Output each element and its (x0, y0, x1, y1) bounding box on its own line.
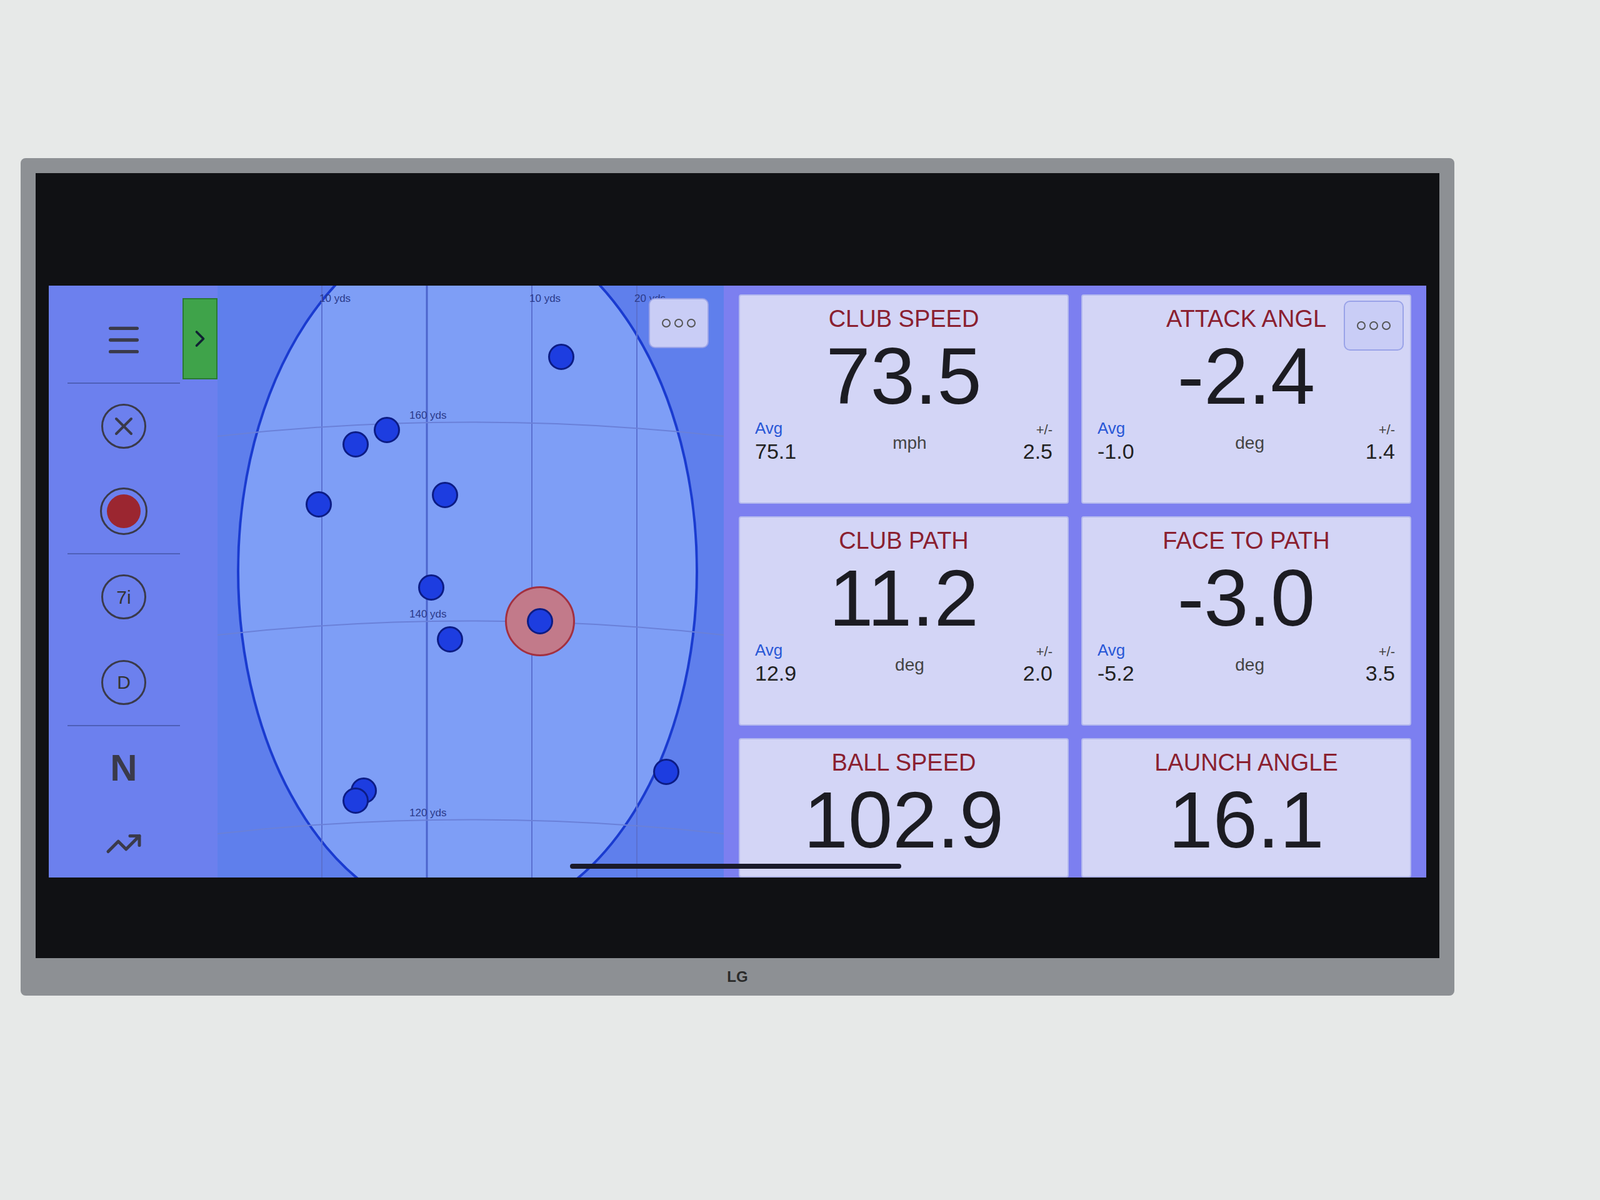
shot-dot[interactable] (373, 416, 400, 444)
sidebar: 7iDN (48, 285, 218, 878)
metric-value: 16.1 (1168, 778, 1324, 862)
shot-dot[interactable] (436, 626, 464, 653)
clear-button[interactable] (67, 383, 180, 470)
tv-panel: 7iDN10 yds10 yds20 yds160 yds140 yds120 … (35, 173, 1440, 959)
map-grid (217, 285, 724, 878)
home-indicator (570, 863, 902, 869)
metric-card: BALL SPEED102.9 (738, 738, 1069, 878)
wall: 7iDN10 yds10 yds20 yds160 yds140 yds120 … (0, 0, 1600, 1200)
shot-dot[interactable] (305, 491, 332, 518)
screen: 7iDN10 yds10 yds20 yds160 yds140 yds120 … (48, 285, 1427, 878)
record-icon (100, 487, 148, 535)
metric-title: BALL SPEED (831, 748, 977, 779)
metric-title: CLUB PATH (838, 526, 969, 557)
shot-dot[interactable] (653, 758, 680, 785)
distance-label: 160 yds (409, 407, 447, 424)
trend-icon (105, 825, 143, 863)
metric-stats: Avg-1.0deg+/-1.4 (1097, 418, 1395, 465)
metric-title: LAUNCH ANGLE (1154, 748, 1339, 779)
expand-tab[interactable] (182, 298, 218, 380)
metric-card: FACE TO PATH-3.0Avg-5.2deg+/-3.5 (1081, 516, 1412, 726)
metric-value: -2.4 (1177, 334, 1316, 419)
metric-title: FACE TO PATH (1162, 526, 1330, 557)
metric-value: -3.0 (1177, 556, 1316, 640)
club-button[interactable]: 7i (67, 554, 180, 640)
distance-label: 120 yds (409, 805, 447, 822)
chevron-icon (186, 325, 214, 353)
card-options-button[interactable] (1343, 300, 1404, 351)
metric-stats: Avg-5.2deg+/-3.5 (1097, 640, 1395, 687)
map-options-button[interactable] (648, 298, 709, 349)
metric-card: ATTACK ANGL-2.4Avg-1.0deg+/-1.4 (1081, 294, 1412, 504)
shot-dot[interactable] (431, 481, 459, 509)
menu-icon (103, 320, 144, 360)
metric-stats: Avg12.9deg+/-2.0 (755, 640, 1053, 687)
metric-title: CLUB SPEED (828, 304, 980, 335)
metric-card: LAUNCH ANGLE16.1 (1081, 738, 1412, 878)
metric-value: 102.9 (803, 778, 1004, 862)
distance-label: 140 yds (409, 606, 447, 623)
metric-value: 11.2 (828, 556, 979, 640)
shot-dot[interactable] (342, 431, 369, 458)
close-icon (101, 403, 147, 449)
lateral-label: 10 yds (319, 290, 351, 307)
menu-button[interactable] (67, 298, 180, 384)
shot-map: 10 yds10 yds20 yds160 yds140 yds120 yds (217, 285, 724, 878)
club-button[interactable]: D (67, 639, 180, 725)
trend-button[interactable] (67, 810, 180, 878)
metric-title: ATTACK ANGL (1166, 304, 1327, 335)
shot-dot[interactable] (342, 787, 369, 814)
metric-stats: Avg75.1mph+/-2.5 (755, 418, 1053, 465)
metrics-grid: CLUB SPEED73.5Avg75.1mph+/-2.5ATTACK ANG… (723, 285, 1427, 878)
tv-bottom-bezel: LG (35, 958, 1440, 996)
lateral-label: 10 yds (529, 290, 561, 307)
metric-value: 73.5 (825, 334, 982, 419)
record-button[interactable] (67, 468, 180, 555)
mode-button[interactable]: N (67, 725, 180, 811)
shot-dot[interactable] (418, 574, 445, 601)
tv: 7iDN10 yds10 yds20 yds160 yds140 yds120 … (20, 158, 1455, 996)
metric-card: CLUB PATH11.2Avg12.9deg+/-2.0 (738, 516, 1069, 726)
tv-logo: LG (726, 965, 748, 989)
metric-card: CLUB SPEED73.5Avg75.1mph+/-2.5 (738, 294, 1069, 504)
